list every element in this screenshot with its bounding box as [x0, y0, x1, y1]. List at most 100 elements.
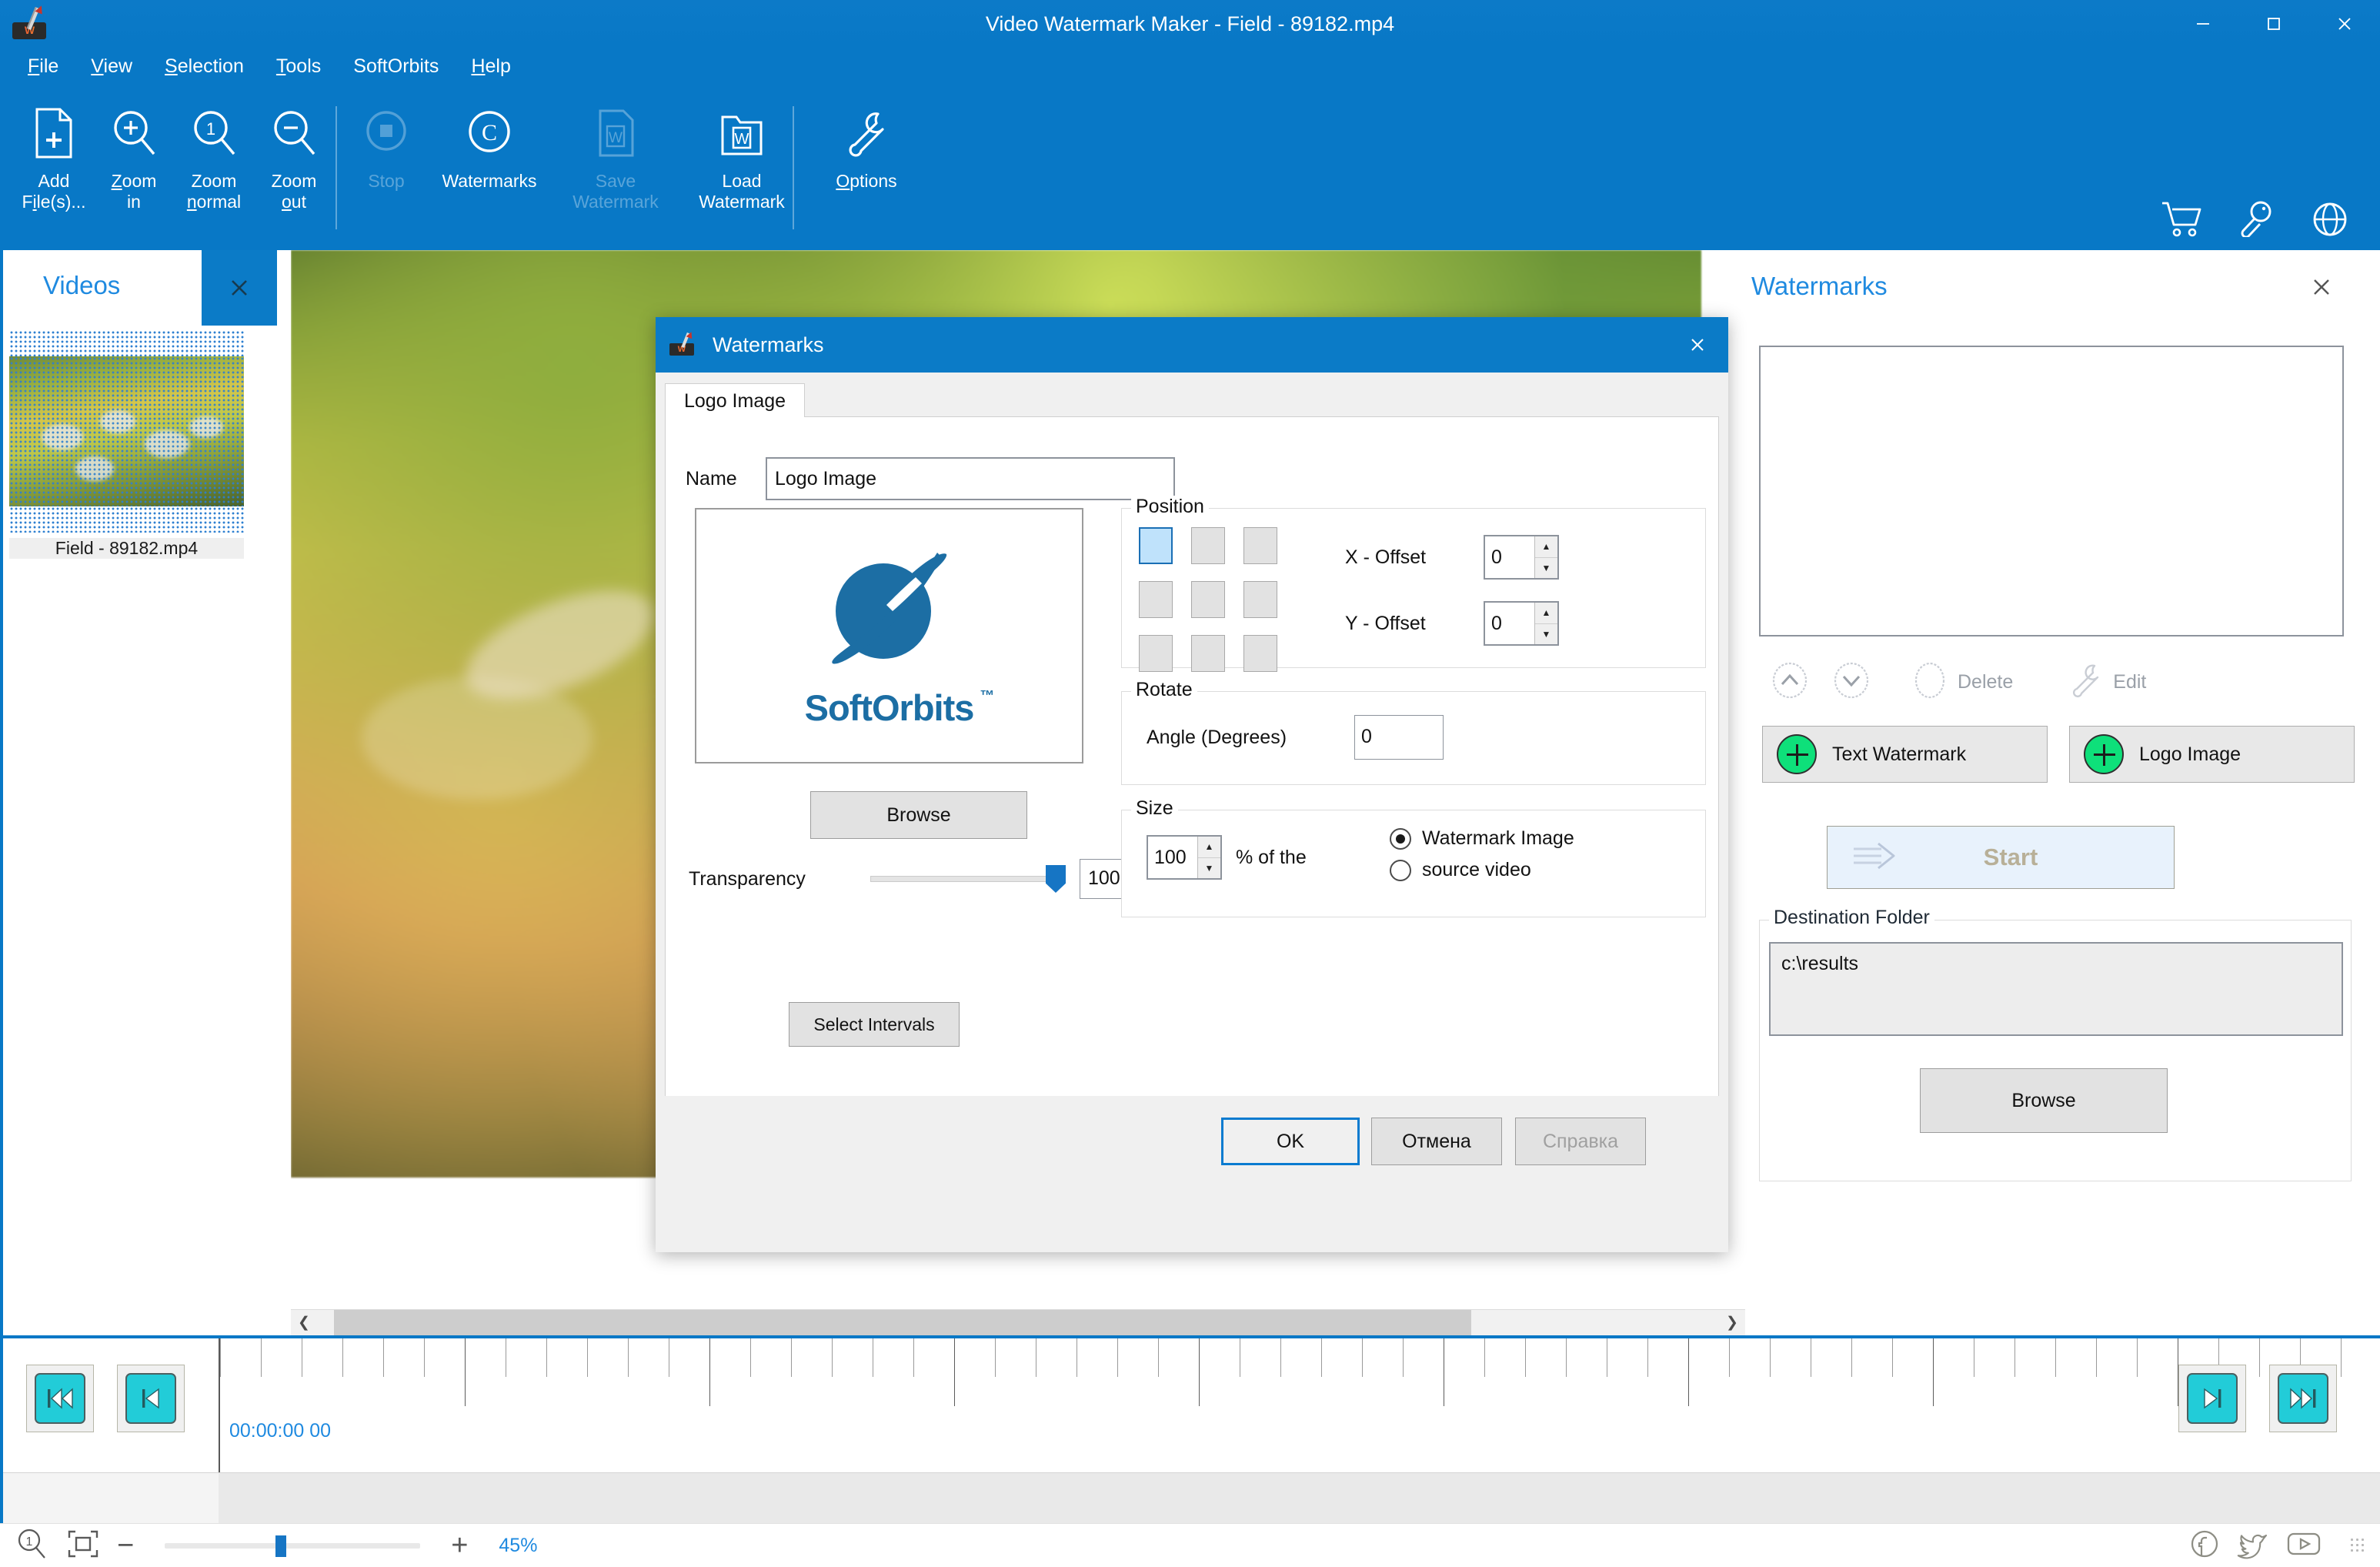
- resize-grip[interactable]: [2349, 1537, 2366, 1554]
- watermarks-list[interactable]: [1759, 346, 2344, 636]
- video-thumbnail[interactable]: [9, 356, 244, 506]
- cart-icon[interactable]: [2160, 200, 2201, 242]
- fit-to-window-icon[interactable]: [66, 1529, 100, 1563]
- chevron-down-icon[interactable]: ▼: [1535, 623, 1557, 644]
- menu-view[interactable]: View: [91, 55, 132, 78]
- chevron-down-icon[interactable]: ▼: [1198, 857, 1220, 878]
- scrollbar-track[interactable]: [317, 1309, 1719, 1335]
- close-icon[interactable]: [2303, 269, 2340, 306]
- close-window-button[interactable]: [2309, 0, 2380, 48]
- transparency-slider[interactable]: [870, 864, 1066, 894]
- position-cell-middle-center[interactable]: [1191, 581, 1225, 618]
- destination-folder-field[interactable]: c:\results: [1769, 942, 2343, 1036]
- browse-logo-button[interactable]: Browse: [810, 791, 1027, 839]
- maximize-button[interactable]: [2238, 0, 2309, 48]
- status-bar: 1 − + 45%: [0, 1523, 2380, 1567]
- timeline-track[interactable]: [219, 1472, 2380, 1523]
- twitter-icon[interactable]: [2237, 1529, 2269, 1563]
- add-logo-image-button[interactable]: Logo Image: [2069, 726, 2355, 783]
- chevron-up-icon[interactable]: ▲: [1535, 603, 1557, 624]
- position-cell-middle-left[interactable]: [1139, 581, 1173, 618]
- size-stepper[interactable]: 100 ▲ ▼: [1147, 835, 1222, 880]
- zoom-one-icon[interactable]: 1: [15, 1527, 49, 1565]
- menu-selection[interactable]: Selection: [165, 55, 244, 78]
- edit-button[interactable]: Edit: [2055, 652, 2157, 712]
- zoom-slider[interactable]: [165, 1534, 421, 1557]
- x-offset-stepper[interactable]: 0 ▲ ▼: [1484, 535, 1559, 580]
- position-cell-top-center[interactable]: [1191, 527, 1225, 564]
- rotate-group: Rotate Angle (Degrees) 0: [1121, 679, 1706, 785]
- radio-label: source video: [1422, 859, 1531, 880]
- position-cell-bottom-right[interactable]: [1243, 635, 1277, 672]
- facebook-icon[interactable]: [2189, 1529, 2220, 1563]
- watermarks-panel: Watermarks Delete Edit Text Watermark Lo…: [1745, 250, 2380, 1335]
- chevron-up-icon[interactable]: ▲: [1198, 837, 1220, 858]
- move-up-button[interactable]: [1759, 652, 1821, 712]
- tab-page-logo-image: Name Logo Image SoftOrbits ™ Browse Tran…: [665, 417, 1719, 1144]
- size-legend: Size: [1131, 797, 1178, 820]
- zoom-out-button[interactable]: −: [117, 1531, 134, 1560]
- toolbar-options[interactable]: Options: [803, 92, 930, 239]
- y-offset-value[interactable]: 0: [1485, 603, 1534, 644]
- list-item[interactable]: Field - 89182.mp4: [9, 330, 244, 559]
- timeline-ruler[interactable]: [219, 1338, 2380, 1474]
- chevron-right-icon[interactable]: ❯: [1719, 1310, 1745, 1336]
- chevron-up-icon[interactable]: ▲: [1535, 536, 1557, 558]
- step-forward-button[interactable]: [2178, 1365, 2246, 1432]
- start-button[interactable]: Start: [1827, 826, 2175, 889]
- position-cell-middle-right[interactable]: [1243, 581, 1277, 618]
- toolbar-zoom-out[interactable]: Zoom out: [254, 92, 334, 239]
- chevron-down-icon[interactable]: ▼: [1535, 557, 1557, 578]
- y-offset-stepper[interactable]: 0 ▲ ▼: [1484, 601, 1559, 646]
- skip-to-start-button[interactable]: [26, 1365, 94, 1432]
- menu-tools[interactable]: Tools: [276, 55, 321, 78]
- slider-thumb[interactable]: [1046, 865, 1066, 893]
- zoom-in-button[interactable]: +: [451, 1531, 468, 1560]
- position-cell-bottom-left[interactable]: [1139, 635, 1173, 672]
- toolbar-add-files[interactable]: Add File(s)...: [14, 92, 94, 239]
- menu-file[interactable]: FFileile: [28, 55, 58, 78]
- destination-browse-button[interactable]: Browse: [1920, 1068, 2168, 1133]
- select-intervals-button[interactable]: Select Intervals: [789, 1002, 960, 1047]
- youtube-icon[interactable]: [2286, 1530, 2322, 1562]
- minimize-button[interactable]: [2168, 0, 2238, 48]
- toolbar-zoom-normal[interactable]: 1 Zoom normal: [174, 92, 254, 239]
- toolbar-load-watermark[interactable]: W Load Watermark: [679, 92, 805, 239]
- slider-thumb[interactable]: [275, 1535, 287, 1557]
- name-input[interactable]: Logo Image: [766, 457, 1175, 500]
- menu-help[interactable]: Help: [471, 55, 510, 78]
- delete-button[interactable]: Delete: [1899, 652, 2024, 712]
- toolbar-label: Zoom normal: [186, 171, 242, 212]
- toolbar-label: Options: [836, 171, 897, 191]
- position-cell-top-left[interactable]: [1139, 527, 1173, 564]
- size-value[interactable]: 100: [1148, 837, 1197, 878]
- key-icon[interactable]: [2237, 200, 2275, 242]
- ok-button[interactable]: OK: [1221, 1118, 1360, 1165]
- skip-to-end-button[interactable]: [2269, 1365, 2337, 1432]
- toolbar-label: Save Watermark: [572, 171, 659, 212]
- angle-input[interactable]: 0: [1354, 715, 1444, 760]
- close-icon[interactable]: [1667, 317, 1728, 373]
- x-offset-value[interactable]: 0: [1485, 536, 1534, 578]
- close-icon[interactable]: [202, 250, 277, 326]
- cancel-button[interactable]: Отмена: [1371, 1118, 1502, 1165]
- scrollbar-thumb[interactable]: [334, 1309, 1471, 1335]
- logo-preview[interactable]: SoftOrbits ™: [695, 508, 1083, 763]
- videos-panel: Videos Field - 89182.mp4: [0, 250, 291, 1335]
- move-down-button[interactable]: [1821, 652, 1882, 712]
- tab-logo-image[interactable]: Logo Image: [665, 383, 806, 418]
- position-cell-bottom-center[interactable]: [1191, 635, 1225, 672]
- add-text-watermark-button[interactable]: Text Watermark: [1762, 726, 2048, 783]
- globe-icon[interactable]: [2311, 200, 2349, 242]
- canvas-horizontal-scrollbar[interactable]: ❮ ❯: [291, 1309, 1745, 1335]
- toolbar-zoom-in[interactable]: Zoom in: [94, 92, 174, 239]
- stop-icon: [362, 99, 410, 168]
- menu-softorbits[interactable]: SoftOrbits: [353, 55, 439, 78]
- toolbar-watermarks[interactable]: C Watermarks: [426, 92, 552, 239]
- position-cell-top-right[interactable]: [1243, 527, 1277, 564]
- chevron-left-icon[interactable]: ❮: [291, 1310, 317, 1336]
- radio-watermark-image[interactable]: Watermark Image: [1390, 827, 1574, 850]
- radio-indicator: [1390, 859, 1411, 881]
- radio-source-video[interactable]: source video: [1390, 859, 1574, 881]
- step-back-button[interactable]: [117, 1365, 185, 1432]
